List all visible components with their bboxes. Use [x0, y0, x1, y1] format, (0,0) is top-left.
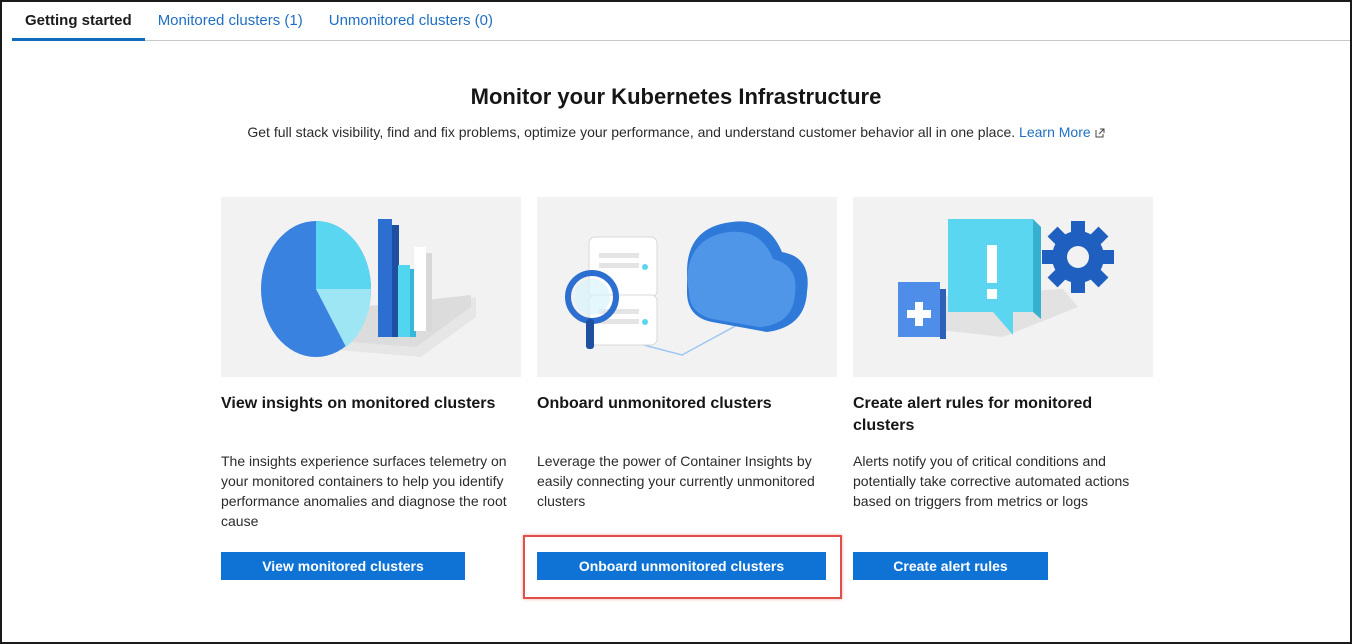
card-description: The insights experience surfaces telemet… — [221, 453, 507, 529]
card-view-insights: View insights on monitored clusters The … — [221, 197, 521, 580]
subtitle-text: Get full stack visibility, find and fix … — [247, 124, 1016, 140]
card-title: Onboard unmonitored clusters — [537, 395, 772, 412]
page-subtitle: Get full stack visibility, find and fix … — [0, 124, 1352, 140]
create-alert-rules-button[interactable]: Create alert rules — [853, 552, 1048, 580]
external-link-icon — [1095, 128, 1105, 138]
alert-plus-gear-illustration — [853, 197, 1153, 377]
card-onboard: Onboard unmonitored clusters Leverage th… — [537, 197, 837, 580]
tab-monitored-clusters[interactable]: Monitored clusters (1) — [145, 0, 316, 41]
learn-more-label: Learn More — [1019, 124, 1091, 140]
tab-unmonitored-clusters[interactable]: Unmonitored clusters (0) — [316, 0, 506, 41]
tab-getting-started[interactable]: Getting started — [12, 0, 145, 41]
card-description: Leverage the power of Container Insights… — [537, 453, 815, 509]
card-title: Create alert rules for monitored cluster… — [853, 395, 1093, 434]
card-alert-rules: Create alert rules for monitored cluster… — [853, 197, 1153, 580]
card-description: Alerts notify you of critical conditions… — [853, 453, 1130, 509]
page-title: Monitor your Kubernetes Infrastructure — [470, 84, 882, 109]
highlight-box — [523, 535, 842, 599]
learn-more-link[interactable]: Learn More — [1019, 124, 1105, 140]
tab-bar: Getting started Monitored clusters (1) U… — [12, 0, 1350, 41]
view-monitored-clusters-button[interactable]: View monitored clusters — [221, 552, 465, 580]
card-title: View insights on monitored clusters — [221, 395, 496, 412]
server-cloud-magnifier-illustration — [537, 197, 837, 377]
pie-bar-chart-illustration — [221, 197, 521, 377]
